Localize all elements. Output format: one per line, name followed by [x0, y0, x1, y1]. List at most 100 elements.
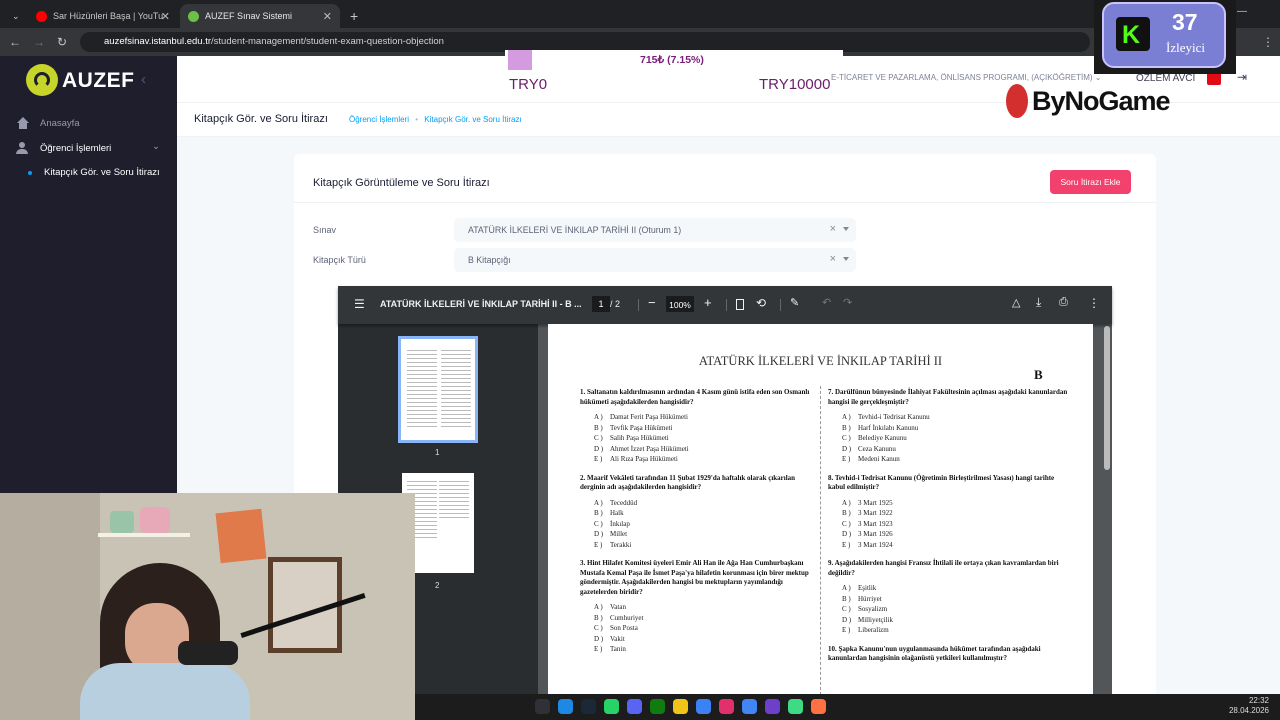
option-letter: A ): [594, 603, 603, 611]
bullet-icon: [28, 170, 32, 175]
program-selector[interactable]: E-TİCARET VE PAZARLAMA, ÖNLİSANS PROGRAM…: [831, 73, 1101, 82]
option-text: Sosyalizm: [858, 605, 888, 613]
page-number-input[interactable]: 1: [592, 296, 610, 312]
forward-icon[interactable]: →: [33, 35, 45, 49]
chrome-icon[interactable]: [811, 699, 826, 714]
option-letter: C ): [594, 519, 603, 528]
zoom-in-icon[interactable]: +: [704, 295, 712, 310]
tab-auzef[interactable]: AUZEF Sınav Sistemi ✕: [180, 4, 340, 28]
rotate-icon[interactable]: ⟲: [756, 296, 766, 310]
sidebar-item-booklet[interactable]: Kitapçık Gör. ve Soru İtirazı: [28, 167, 160, 178]
edge-icon[interactable]: [558, 699, 573, 714]
option-letter: B ): [842, 423, 851, 432]
app-icon[interactable]: [788, 699, 803, 714]
back-icon[interactable]: ←: [9, 35, 21, 49]
booklet-select[interactable]: B Kitapçığı ×: [454, 248, 856, 272]
chrome-icon[interactable]: [742, 699, 757, 714]
fit-page-icon[interactable]: [736, 299, 744, 310]
tab-youtube[interactable]: Sar Hüzünleri Başa | YouTube ✕: [28, 4, 178, 28]
chevron-down-icon: ⌄: [12, 10, 20, 21]
drive-icon[interactable]: △: [1012, 296, 1020, 309]
home-icon: [16, 117, 30, 129]
question-text: 3. Hint Hilafet Komitesi üyeleri Emir Al…: [580, 559, 809, 596]
minimize-icon[interactable]: —: [1237, 6, 1247, 17]
breadcrumb-item[interactable]: Öğrenci İşlemleri: [349, 115, 409, 124]
option-text: Ceza Kanunu: [858, 444, 896, 453]
answer-option: C ) Son Posta: [580, 623, 812, 634]
close-tab-icon[interactable]: ✕: [323, 10, 332, 23]
discord-icon[interactable]: [627, 699, 642, 714]
menu-icon[interactable]: ☰: [354, 297, 365, 311]
caret-down-icon: [843, 227, 849, 231]
answer-option: D ) Ceza Kanunu: [828, 444, 1068, 455]
option-text: Harf İnkılabı Kanunu: [858, 423, 919, 432]
question-block: 2. Maarif Vekâleti tarafından 11 Şubat 1…: [580, 474, 812, 551]
more-icon[interactable]: ⋮: [1262, 35, 1274, 49]
instagram-icon[interactable]: [719, 699, 734, 714]
question-text: 10. Şapka Kanunu'nun uygulanmasında hükû…: [828, 644, 1041, 663]
answer-option: B ) Cumhuriyet: [580, 613, 812, 624]
webcam-feed: [0, 493, 415, 720]
app-icon[interactable]: [765, 699, 780, 714]
clear-icon[interactable]: ×: [830, 253, 836, 265]
sidebar-item-home[interactable]: Anasayfa: [16, 117, 80, 129]
option-letter: A ): [842, 584, 851, 592]
tab-menu-button[interactable]: ⌄: [4, 4, 26, 28]
sidebar-item-student-ops[interactable]: Öğrenci İşlemleri ⌄: [16, 141, 166, 154]
print-icon[interactable]: ⎙: [1059, 296, 1068, 309]
goal-progress-fill: [508, 50, 532, 70]
option-letter: D ): [842, 530, 852, 538]
folder-icon[interactable]: [673, 699, 688, 714]
download-icon[interactable]: ⤓: [1036, 295, 1041, 310]
settings-icon[interactable]: [535, 699, 550, 714]
goal-progress-text: 715₺ (7.15%): [640, 54, 704, 66]
logout-icon[interactable]: ⇥: [1237, 70, 1247, 84]
thumbnail-page-1[interactable]: [398, 336, 478, 443]
more-options-icon[interactable]: ⋮: [1088, 296, 1100, 310]
option-text: 3 Mart 1925: [858, 498, 893, 507]
zoom-input[interactable]: 100%: [666, 296, 694, 312]
option-text: İnkılap: [610, 519, 630, 528]
reload-icon[interactable]: ↻: [57, 35, 67, 49]
collapse-sidebar-icon[interactable]: ‹: [141, 71, 146, 88]
bynogame-logo-icon: [1006, 84, 1028, 118]
app-icon[interactable]: [696, 699, 711, 714]
answer-option: A ) Teceddüd: [580, 498, 812, 509]
option-letter: D ): [842, 444, 852, 453]
option-text: Ali Rıza Paşa Hükümeti: [610, 455, 678, 463]
breadcrumb-item[interactable]: Kitapçık Gör. ve Soru İtirazı: [424, 115, 521, 124]
new-tab-button[interactable]: +: [342, 4, 364, 28]
option-letter: D ): [842, 615, 852, 624]
answer-option: E ) Tanin: [580, 644, 812, 655]
goal-max: TRY10000: [759, 76, 831, 93]
clear-icon[interactable]: ×: [830, 223, 836, 235]
youtube-icon: [36, 10, 47, 22]
annotate-icon[interactable]: ✎: [790, 296, 799, 309]
answer-option: E ) Medeni Kanun: [828, 454, 1068, 465]
answer-option: D ) 3 Mart 1926: [828, 529, 1068, 540]
add-objection-button[interactable]: Soru İtirazı Ekle: [1050, 170, 1131, 194]
answer-option: B ) Harf İnkılabı Kanunu: [828, 423, 1068, 434]
option-text: 3 Mart 1922: [858, 509, 893, 517]
question-block: 1. Saltanatın kaldırılmasının ardından 4…: [580, 388, 812, 465]
zoom-out-icon[interactable]: −: [648, 295, 656, 310]
sidebar-item-label: Anasayfa: [40, 117, 80, 129]
booklet-select-value: B Kitapçığı: [468, 255, 511, 265]
answer-option: D ) Millet: [580, 529, 812, 540]
steam-icon[interactable]: [581, 699, 596, 714]
exam-select[interactable]: ATATÜRK İLKELERİ VE İNKILAP TARİHİ II (O…: [454, 218, 856, 242]
viewer-count: 37: [1172, 9, 1198, 35]
answer-option: C ) Belediye Kanunu: [828, 433, 1068, 444]
option-letter: C ): [842, 605, 851, 613]
pdf-scrollbar[interactable]: [1104, 326, 1110, 470]
option-letter: C ): [842, 519, 851, 528]
xbox-icon[interactable]: [650, 699, 665, 714]
close-tab-icon[interactable]: ✕: [161, 10, 170, 23]
url-field[interactable]: auzefsinav.istanbul.edu.tr/student-manag…: [80, 32, 1090, 52]
whatsapp-icon[interactable]: [604, 699, 619, 714]
undo-icon[interactable]: ↶: [822, 296, 831, 309]
answer-option: B ) Tevfik Paşa Hükümeti: [580, 423, 812, 434]
microphone: [178, 641, 238, 665]
question-block: 3. Hint Hilafet Komitesi üyeleri Emir Al…: [580, 559, 812, 655]
redo-icon[interactable]: ↷: [843, 296, 852, 309]
